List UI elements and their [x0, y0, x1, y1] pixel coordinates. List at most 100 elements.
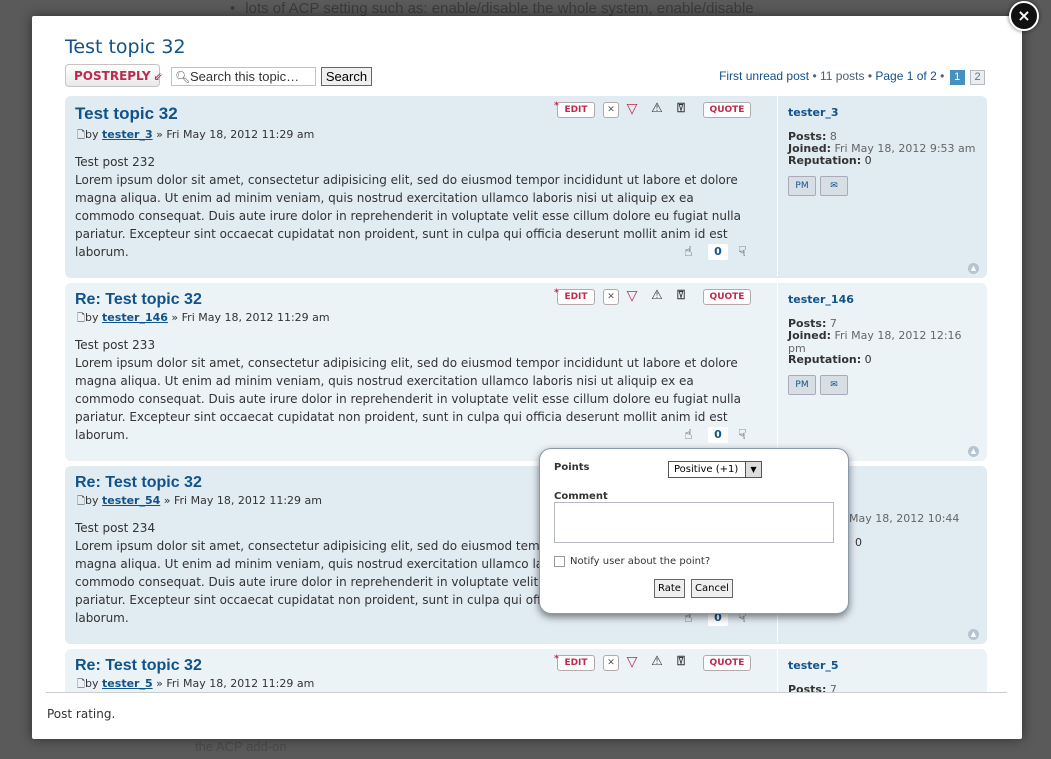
- thumbs-down-icon[interactable]: ☟: [738, 427, 747, 443]
- warn-icon[interactable]: ⚠: [650, 655, 664, 669]
- profile-contact-icons: PM ✉: [788, 375, 852, 395]
- profile-username[interactable]: tester_5: [788, 659, 839, 672]
- info-icon[interactable]: ⍔: [674, 102, 688, 116]
- post-icon: 🗋: [77, 496, 86, 507]
- close-modal-button[interactable]: ×: [1009, 1, 1039, 31]
- author-link[interactable]: tester_54: [102, 494, 160, 507]
- comment-textarea[interactable]: [554, 502, 834, 543]
- post-icon: 🗋: [77, 130, 86, 141]
- comment-label: Comment: [554, 491, 608, 502]
- post-title[interactable]: Test topic 32: [75, 104, 178, 124]
- report-icon[interactable]: ▽: [625, 102, 639, 116]
- email-icon[interactable]: ✉: [820, 375, 848, 395]
- by-label: by: [85, 494, 99, 507]
- quote-button[interactable]: QUOTE: [703, 289, 751, 305]
- back-to-top-icon[interactable]: ▲: [968, 629, 979, 640]
- profile-username[interactable]: tester_146: [788, 293, 854, 306]
- report-icon[interactable]: ▽: [625, 655, 639, 669]
- rate-button[interactable]: Rate: [654, 579, 685, 598]
- background-list-item: lots of ACP setting such as: enable/disa…: [230, 0, 753, 17]
- info-icon[interactable]: ⍔: [674, 289, 688, 303]
- post-author-line: 🗋by tester_54 » Fri May 18, 2012 11:29 a…: [77, 494, 322, 511]
- date-separator: »: [163, 494, 171, 507]
- quote-button[interactable]: QUOTE: [703, 655, 751, 671]
- post-body-text: Lorem ipsum dolor sit amet, consectetur …: [75, 173, 741, 259]
- star-icon: *: [554, 654, 559, 664]
- edit-button[interactable]: * EDIT: [554, 101, 595, 118]
- author-link[interactable]: tester_3: [102, 128, 153, 141]
- notify-checkbox[interactable]: [554, 556, 565, 567]
- delete-icon[interactable]: ✕: [603, 102, 619, 118]
- date-separator: »: [156, 128, 163, 141]
- post-icon: 🗋: [77, 313, 86, 324]
- post-title[interactable]: Re: Test topic 32: [75, 291, 202, 309]
- back-to-top-icon[interactable]: ▲: [968, 263, 979, 274]
- back-to-top-icon[interactable]: ▲: [968, 446, 979, 457]
- star-icon: *: [554, 101, 559, 111]
- edit-button[interactable]: * EDIT: [554, 654, 595, 671]
- author-link[interactable]: tester_5: [102, 677, 153, 690]
- by-label: by: [85, 677, 99, 690]
- post-date: Fri May 18, 2012 11:29 am: [174, 494, 322, 507]
- info-icon[interactable]: ⍔: [674, 655, 688, 669]
- background-text: the ACP add-on: [195, 739, 287, 754]
- profile-username[interactable]: tester_3: [788, 106, 839, 119]
- pm-icon[interactable]: PM: [788, 176, 816, 196]
- search-input[interactable]: 🔍︎ Search this topic…: [171, 67, 316, 86]
- quote-button[interactable]: QUOTE: [703, 102, 751, 118]
- first-unread-link[interactable]: First unread post: [719, 69, 809, 83]
- delete-icon[interactable]: ✕: [603, 289, 619, 305]
- post-content: Test post 233 Lorem ipsum dolor sit amet…: [75, 336, 755, 444]
- date-separator: »: [156, 677, 163, 690]
- search-button[interactable]: Search: [321, 67, 372, 86]
- post: Test topic 32 🗋by tester_3 » Fri May 18,…: [65, 96, 987, 278]
- post-body-text: Lorem ipsum dolor sit amet, consectetur …: [75, 356, 741, 442]
- post: Re: Test topic 32 🗋by tester_146 » Fri M…: [65, 283, 987, 461]
- post-reply-label: POSTREPLY: [74, 69, 151, 83]
- post-profile: tester_5 Posts: 7: [777, 649, 983, 692]
- by-label: by: [85, 311, 99, 324]
- page-info: Page 1 of 2: [875, 69, 937, 83]
- rating-count: 0: [708, 427, 728, 443]
- thumbs-down-icon[interactable]: ☟: [738, 244, 747, 260]
- post-author-line: 🗋by tester_3 » Fri May 18, 2012 11:29 am: [77, 128, 314, 145]
- post-reply-button[interactable]: POSTREPLY ⇙: [65, 64, 163, 87]
- email-icon[interactable]: ✉: [820, 176, 848, 196]
- warn-icon[interactable]: ⚠: [650, 102, 664, 116]
- points-select[interactable]: Positive (+1) ▼: [668, 461, 762, 478]
- topic-title[interactable]: Test topic 32: [65, 36, 186, 58]
- post-rating-modal: Test topic 32 POSTREPLY ⇙ 🔍︎ Search this …: [32, 16, 1022, 739]
- chevron-down-icon: ▼: [745, 462, 761, 477]
- post-count: 11 posts: [820, 69, 865, 83]
- author-link[interactable]: tester_146: [102, 311, 168, 324]
- modal-footer-title: Post rating.: [47, 707, 116, 721]
- edit-button[interactable]: * EDIT: [554, 288, 595, 305]
- edit-label: EDIT: [564, 105, 588, 115]
- post-title[interactable]: Re: Test topic 32: [75, 657, 202, 675]
- thumbs-up-icon[interactable]: ☝: [684, 244, 693, 260]
- post-profile: tester_3 Posts: 8 Joined: Fri May 18, 20…: [777, 96, 983, 276]
- magnifier-icon: 🔍︎: [175, 70, 191, 84]
- by-label: by: [85, 128, 99, 141]
- reply-arrow-icon: ⇙: [153, 70, 163, 83]
- post-icon: 🗋: [77, 679, 86, 690]
- post-author-line: 🗋by tester_146 » Fri May 18, 2012 11:29 …: [77, 311, 330, 328]
- cancel-button[interactable]: Cancel: [691, 579, 733, 598]
- pm-icon[interactable]: PM: [788, 375, 816, 395]
- thumbs-up-icon[interactable]: ☝: [684, 427, 693, 443]
- date-separator: »: [171, 311, 179, 324]
- post-title[interactable]: Re: Test topic 32: [75, 474, 202, 492]
- profile-contact-icons: PM ✉: [788, 176, 852, 196]
- edit-label: EDIT: [564, 658, 588, 668]
- page-1-button[interactable]: 1: [949, 70, 965, 85]
- report-icon[interactable]: ▽: [625, 289, 639, 303]
- notify-label: Notify user about the point?: [570, 556, 711, 567]
- delete-icon[interactable]: ✕: [603, 655, 619, 671]
- modal-content: Test topic 32 POSTREPLY ⇙ 🔍︎ Search this …: [46, 32, 1007, 692]
- modal-footer-divider: [46, 692, 1007, 693]
- page-2-button[interactable]: 2: [970, 70, 985, 85]
- points-label: Points: [554, 462, 590, 473]
- search-placeholder: Search this topic…: [190, 69, 300, 84]
- post-profile: tester_146 Posts: 7 Joined: Fri May 18, …: [777, 283, 983, 459]
- warn-icon[interactable]: ⚠: [650, 289, 664, 303]
